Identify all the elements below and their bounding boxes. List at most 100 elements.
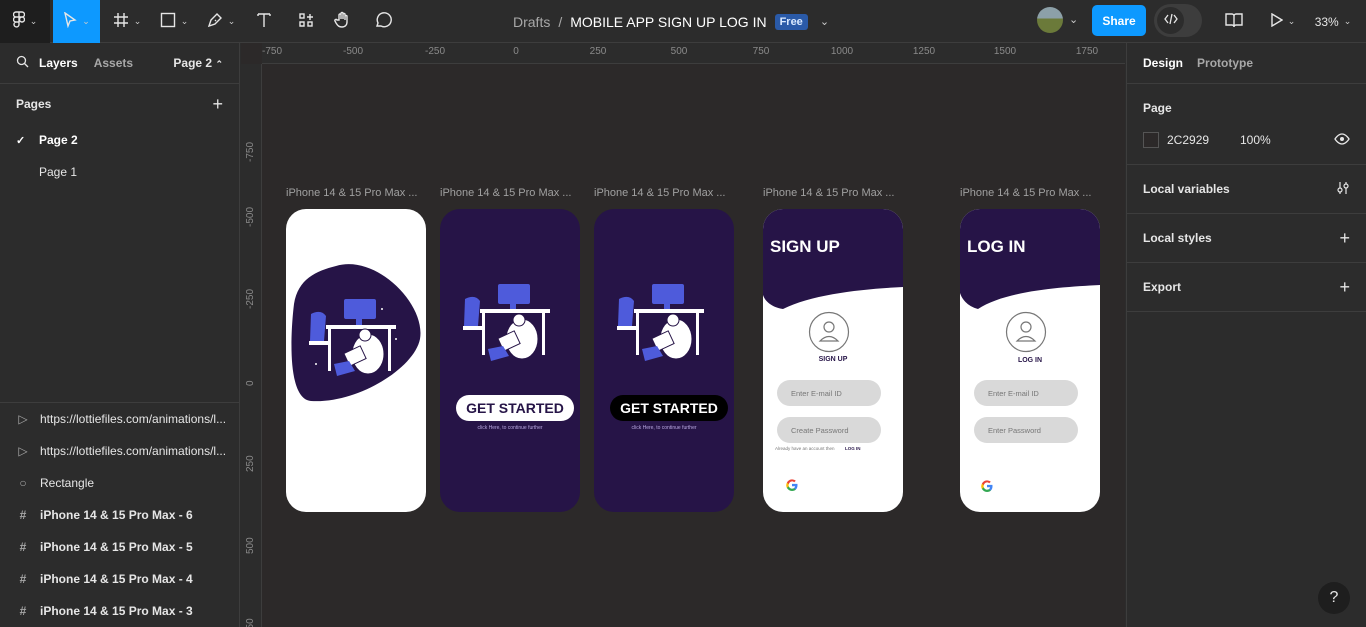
play-icon: ▷ [18,412,28,426]
ruler-tick: 1250 [912,46,936,57]
file-title[interactable]: MOBILE APP SIGN UP LOG IN [570,14,766,30]
text-tool-button[interactable] [252,0,276,43]
page-section: Page 2C2929 100% [1127,84,1366,165]
layer-item[interactable]: ○ Rectangle [0,467,239,499]
pages-header: Pages + [0,84,239,124]
frame-label[interactable]: iPhone 14 & 15 Pro Max ... [763,187,894,199]
page-color-value[interactable]: 2C2929 [1167,133,1209,147]
share-button[interactable]: Share [1092,5,1146,36]
variables-settings-icon[interactable] [1336,181,1350,198]
frame-icon: # [19,508,27,522]
layer-item[interactable]: # iPhone 14 & 15 Pro Max - 6 [0,499,239,531]
frame-log-in[interactable]: LOG IN LOG IN Enter E-mail ID Enter Pass… [960,209,1100,512]
ruler-tick: -500 [245,206,256,227]
header-wave [960,209,1100,309]
header-wave [763,209,903,309]
check-icon: ✓ [16,134,26,147]
hand-icon [334,11,352,32]
chevron-down-icon: ⌄ [133,16,142,26]
layers-list: ▷ https://lottiefiles.com/animations/l...… [0,402,239,627]
canvas[interactable]: -750 -500 -250 0 250 500 750 1000 1250 1… [241,43,1125,627]
plan-badge[interactable]: Free [774,13,808,30]
ruler-tick: -250 [424,46,446,57]
splash-illustration [291,264,421,402]
ruler-tick: 500 [670,46,688,57]
text-icon [256,12,272,31]
main-menu-button[interactable]: ⌄ [0,0,50,43]
local-styles-label: Local styles [1143,231,1212,245]
present-button[interactable]: ⌄ [1266,0,1298,43]
help-button[interactable]: ? [1318,582,1350,614]
tab-design[interactable]: Design [1143,56,1183,70]
library-button[interactable] [1223,0,1245,43]
layer-item[interactable]: # iPhone 14 & 15 Pro Max - 3 [0,595,239,627]
frame-label[interactable]: iPhone 14 & 15 Pro Max ... [440,187,571,199]
layer-label: https://lottiefiles.com/animations/l... [40,412,227,426]
page-color-swatch[interactable] [1143,132,1159,148]
get-started-button[interactable]: GET STARTED [456,395,574,421]
resources-button[interactable] [294,0,318,43]
google-icon[interactable] [785,478,799,492]
pen-tool-button[interactable]: ⌄ [201,0,241,43]
frame-splash[interactable] [286,209,426,512]
frame-icon: # [19,540,27,554]
page-selector[interactable]: Page 2 ⌃ [173,56,223,70]
layer-label: iPhone 14 & 15 Pro Max - 4 [40,572,193,586]
frame-tool-button[interactable]: ⌄ [108,0,146,43]
play-icon: ▷ [18,444,28,458]
search-icon[interactable] [16,55,29,71]
user-avatar[interactable] [1037,7,1063,33]
continue-hint: click Here, to continue further [631,425,697,431]
ruler-tick: 0 [513,46,519,57]
left-panel-tabs: Layers Assets Page 2 ⌃ [0,43,239,84]
page-item-page-1[interactable]: Page 1 [0,156,239,188]
comment-tool-button[interactable] [371,0,395,43]
add-export-icon[interactable]: + [1339,277,1350,298]
email-field[interactable]: Enter E-mail ID [777,380,881,406]
shape-tool-button[interactable]: ⌄ [155,0,193,43]
file-menu-chevron-icon[interactable]: ⌄ [820,15,829,28]
figma-logo-icon [12,11,25,32]
tab-layers[interactable]: Layers [39,56,78,70]
breadcrumb-drafts[interactable]: Drafts [513,14,550,30]
google-icon[interactable] [980,479,994,493]
dev-mode-toggle[interactable] [1154,4,1202,37]
ruler-horizontal: -750 -500 -250 0 250 500 750 1000 1250 1… [262,43,1125,64]
move-tool-button[interactable]: ⌄ [53,0,100,43]
frame-label[interactable]: iPhone 14 & 15 Pro Max ... [960,187,1091,199]
local-styles-section[interactable]: Local styles + [1127,214,1366,263]
eye-icon[interactable] [1334,131,1350,152]
add-style-icon[interactable]: + [1339,228,1350,249]
layer-item[interactable]: # iPhone 14 & 15 Pro Max - 5 [0,531,239,563]
frame-sign-up[interactable]: SIGN UP SIGN UP Enter E-mail ID Create P… [763,209,903,512]
tab-prototype[interactable]: Prototype [1197,56,1253,70]
zoom-menu[interactable]: 33% ⌄ [1310,0,1356,43]
zoom-level: 33% [1314,14,1339,29]
local-variables-section[interactable]: Local variables [1127,165,1366,214]
frame-get-started-light[interactable]: GET STARTED click Here, to continue furt… [440,209,580,512]
layer-item[interactable]: # iPhone 14 & 15 Pro Max - 4 [0,563,239,595]
password-field[interactable]: Create Password [777,417,881,443]
get-started-button[interactable]: GET STARTED [610,395,728,421]
chevron-up-icon: ⌃ [215,59,223,69]
tab-assets[interactable]: Assets [94,56,133,70]
layer-item[interactable]: ▷ https://lottiefiles.com/animations/l... [0,403,239,435]
frame-label[interactable]: iPhone 14 & 15 Pro Max ... [594,187,725,199]
email-field[interactable]: Enter E-mail ID [974,380,1078,406]
password-field[interactable]: Enter Password [974,417,1078,443]
frame-label[interactable]: iPhone 14 & 15 Pro Max ... [286,187,417,199]
frame-icon [113,12,129,31]
layer-item[interactable]: ▷ https://lottiefiles.com/animations/l... [0,435,239,467]
hand-tool-button[interactable] [331,0,355,43]
export-section[interactable]: Export + [1127,263,1366,312]
right-panel: Design Prototype Page 2C2929 100% Local … [1126,43,1366,627]
comment-icon [374,11,392,32]
frame-get-started-dark[interactable]: GET STARTED click Here, to continue furt… [594,209,734,512]
page-opacity-value[interactable]: 100% [1240,133,1271,147]
page-item-label: Page 1 [39,165,78,179]
avatar-chevron-icon[interactable]: ⌄ [1069,13,1078,26]
page-item-page-2[interactable]: ✓ Page 2 [0,124,239,156]
ruler-tick: 750 [245,618,256,627]
add-page-icon[interactable]: + [212,94,223,115]
log-in-link[interactable]: LOG IN [845,446,861,451]
